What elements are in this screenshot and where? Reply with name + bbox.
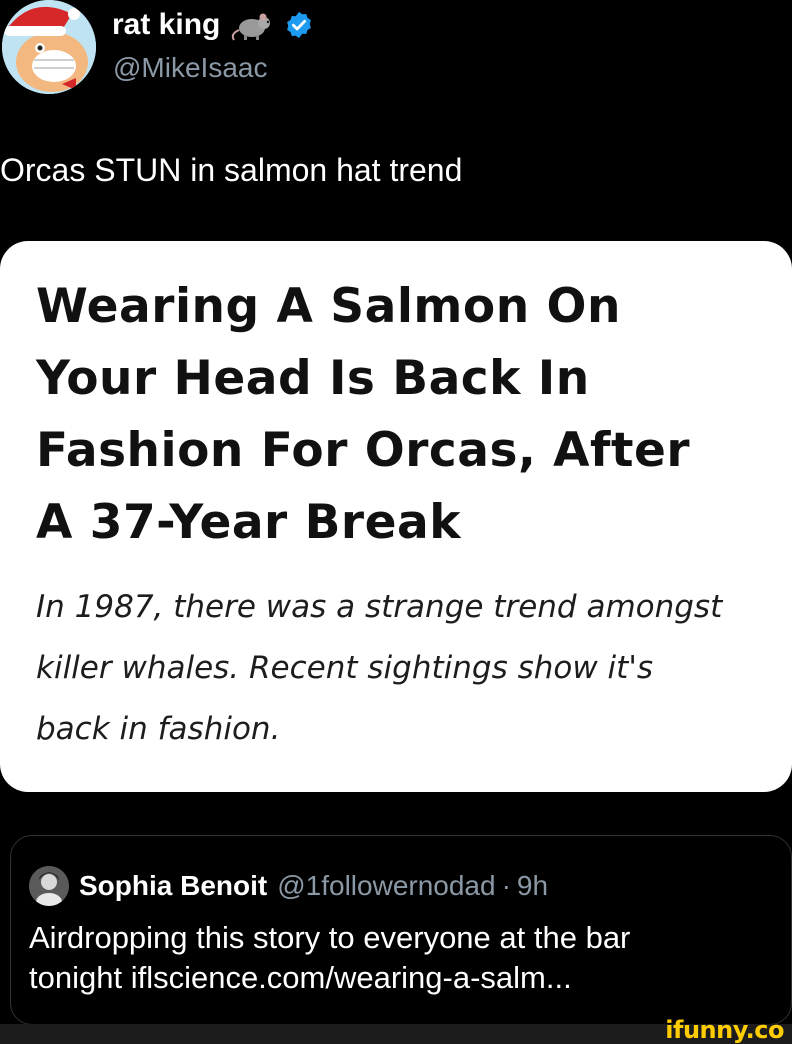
ifunny-watermark: ifunny.co xyxy=(665,1016,784,1044)
author-name-row: rat king xyxy=(112,8,314,42)
quoted-timestamp[interactable]: 9h xyxy=(517,870,548,902)
tweet-text: Orcas STUN in salmon hat trend xyxy=(0,152,463,188)
author-handle[interactable]: @MikeIsaac xyxy=(113,52,267,84)
author-display-name[interactable]: rat king xyxy=(112,8,220,42)
quoted-tweet-header: Sophia Benoit @1followernodad · 9h xyxy=(29,866,548,906)
quoted-author-handle[interactable]: @1followernodad xyxy=(277,870,495,902)
author-avatar[interactable] xyxy=(2,0,96,94)
tweet-screenshot: rat king @MikeIsaac Orcas STUN in salmon… xyxy=(0,0,792,1044)
quoted-author-avatar[interactable] xyxy=(29,866,69,906)
meta-separator: · xyxy=(501,870,511,901)
article-summary: In 1987, there was a strange trend among… xyxy=(36,589,723,747)
quoted-tweet-text: Airdropping this story to everyone at th… xyxy=(29,920,631,995)
rat-icon xyxy=(230,8,274,42)
article-title: Wearing A Salmon On Your Head Is Back In… xyxy=(36,279,691,550)
quoted-author-name[interactable]: Sophia Benoit xyxy=(79,870,267,902)
verified-badge-icon xyxy=(284,10,314,40)
avatar-illustration xyxy=(2,0,96,94)
article-card[interactable]: Wearing A Salmon On Your Head Is Back In… xyxy=(0,241,792,792)
quoted-tweet[interactable]: Sophia Benoit @1followernodad · 9h Airdr… xyxy=(10,835,792,1025)
